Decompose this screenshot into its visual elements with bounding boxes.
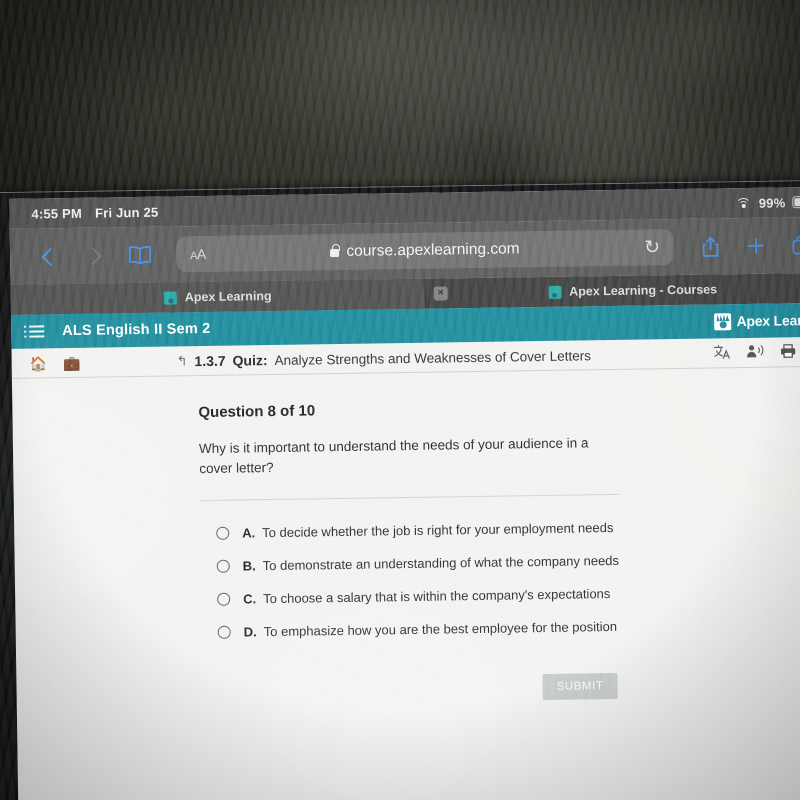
radio-button[interactable] [217,625,231,639]
radio-button[interactable] [217,592,231,606]
apex-favicon-icon [163,290,177,305]
option-text: To decide whether the job is right for y… [262,520,614,541]
answer-options: A. To decide whether the job is right fo… [200,508,800,650]
option-letter: C. [243,591,257,607]
print-icon[interactable] [779,343,796,360]
new-tab-button[interactable] [736,226,777,267]
radio-button[interactable] [216,559,230,573]
share-button[interactable] [690,226,731,267]
option-letter: A. [242,525,256,541]
option-text: To choose a salary that is within the co… [263,586,611,607]
status-time: 4:55 PM [31,205,83,222]
tabs-overview-button[interactable] [782,225,800,266]
tab-title: Apex Learning - Courses [569,282,718,299]
apex-learning-logo: Apex Learning [714,311,800,330]
question-progress: Question 8 of 10 [198,402,316,422]
bookmarks-button[interactable] [120,235,161,276]
apex-logo-text: Apex Learning [736,311,800,330]
url-text: course.apexlearning.com [346,240,520,260]
read-aloud-icon[interactable] [745,344,764,361]
apex-favicon-icon [548,285,562,299]
apex-logo-icon [714,312,732,330]
wifi-icon [736,197,752,214]
forward-button[interactable] [74,235,115,276]
close-icon[interactable]: × [433,286,448,301]
submit-row: SUBMIT [202,670,800,706]
status-date: Fri Jun 25 [94,204,159,221]
option-text: To emphasize how you are the best employ… [263,619,618,640]
tablet-screen: 4:55 PM Fri Jun 25 99% AA course.apexlea… [9,186,800,800]
question-text: Why is it important to understand the ne… [198,435,589,476]
reload-icon[interactable]: ↻ [644,237,660,258]
list-menu-icon[interactable] [29,325,45,338]
translate-icon[interactable] [713,344,730,361]
photo-of-tablet: 4:55 PM Fri Jun 25 99% AA course.apexlea… [0,0,800,800]
tab-title: Apex Learning [184,289,272,305]
radio-button[interactable] [216,526,230,540]
back-button[interactable] [28,236,69,277]
lesson-number: 1.3.7 [194,352,226,369]
option-text: To demonstrate an understanding of what … [262,553,620,574]
up-level-arrow-icon[interactable]: ↰ [176,353,187,368]
text-size-button[interactable]: AA [190,246,206,262]
submit-button[interactable]: SUBMIT [542,673,618,701]
lock-icon [330,249,340,258]
question-divider [199,493,620,502]
battery-icon [792,195,800,209]
quiz-panel: Question 8 of 10 Why is it important to … [12,367,800,708]
activity-type: Quiz: [232,351,268,369]
breadcrumb-tools [713,342,800,362]
option-letter: B. [242,558,256,574]
course-name: ALS English II Sem 2 [62,320,211,340]
battery-percent: 99% [758,194,786,211]
home-icon[interactable]: 🏠 [30,355,48,371]
address-bar[interactable]: AA course.apexlearning.com ↻ [175,229,675,273]
briefcase-icon[interactable]: 💼 [63,354,81,370]
tablet-bezel: 4:55 PM Fri Jun 25 99% AA course.apexlea… [0,179,800,800]
activity-title: Analyze Strengths and Weaknesses of Cove… [274,347,592,368]
option-letter: D. [243,624,257,640]
